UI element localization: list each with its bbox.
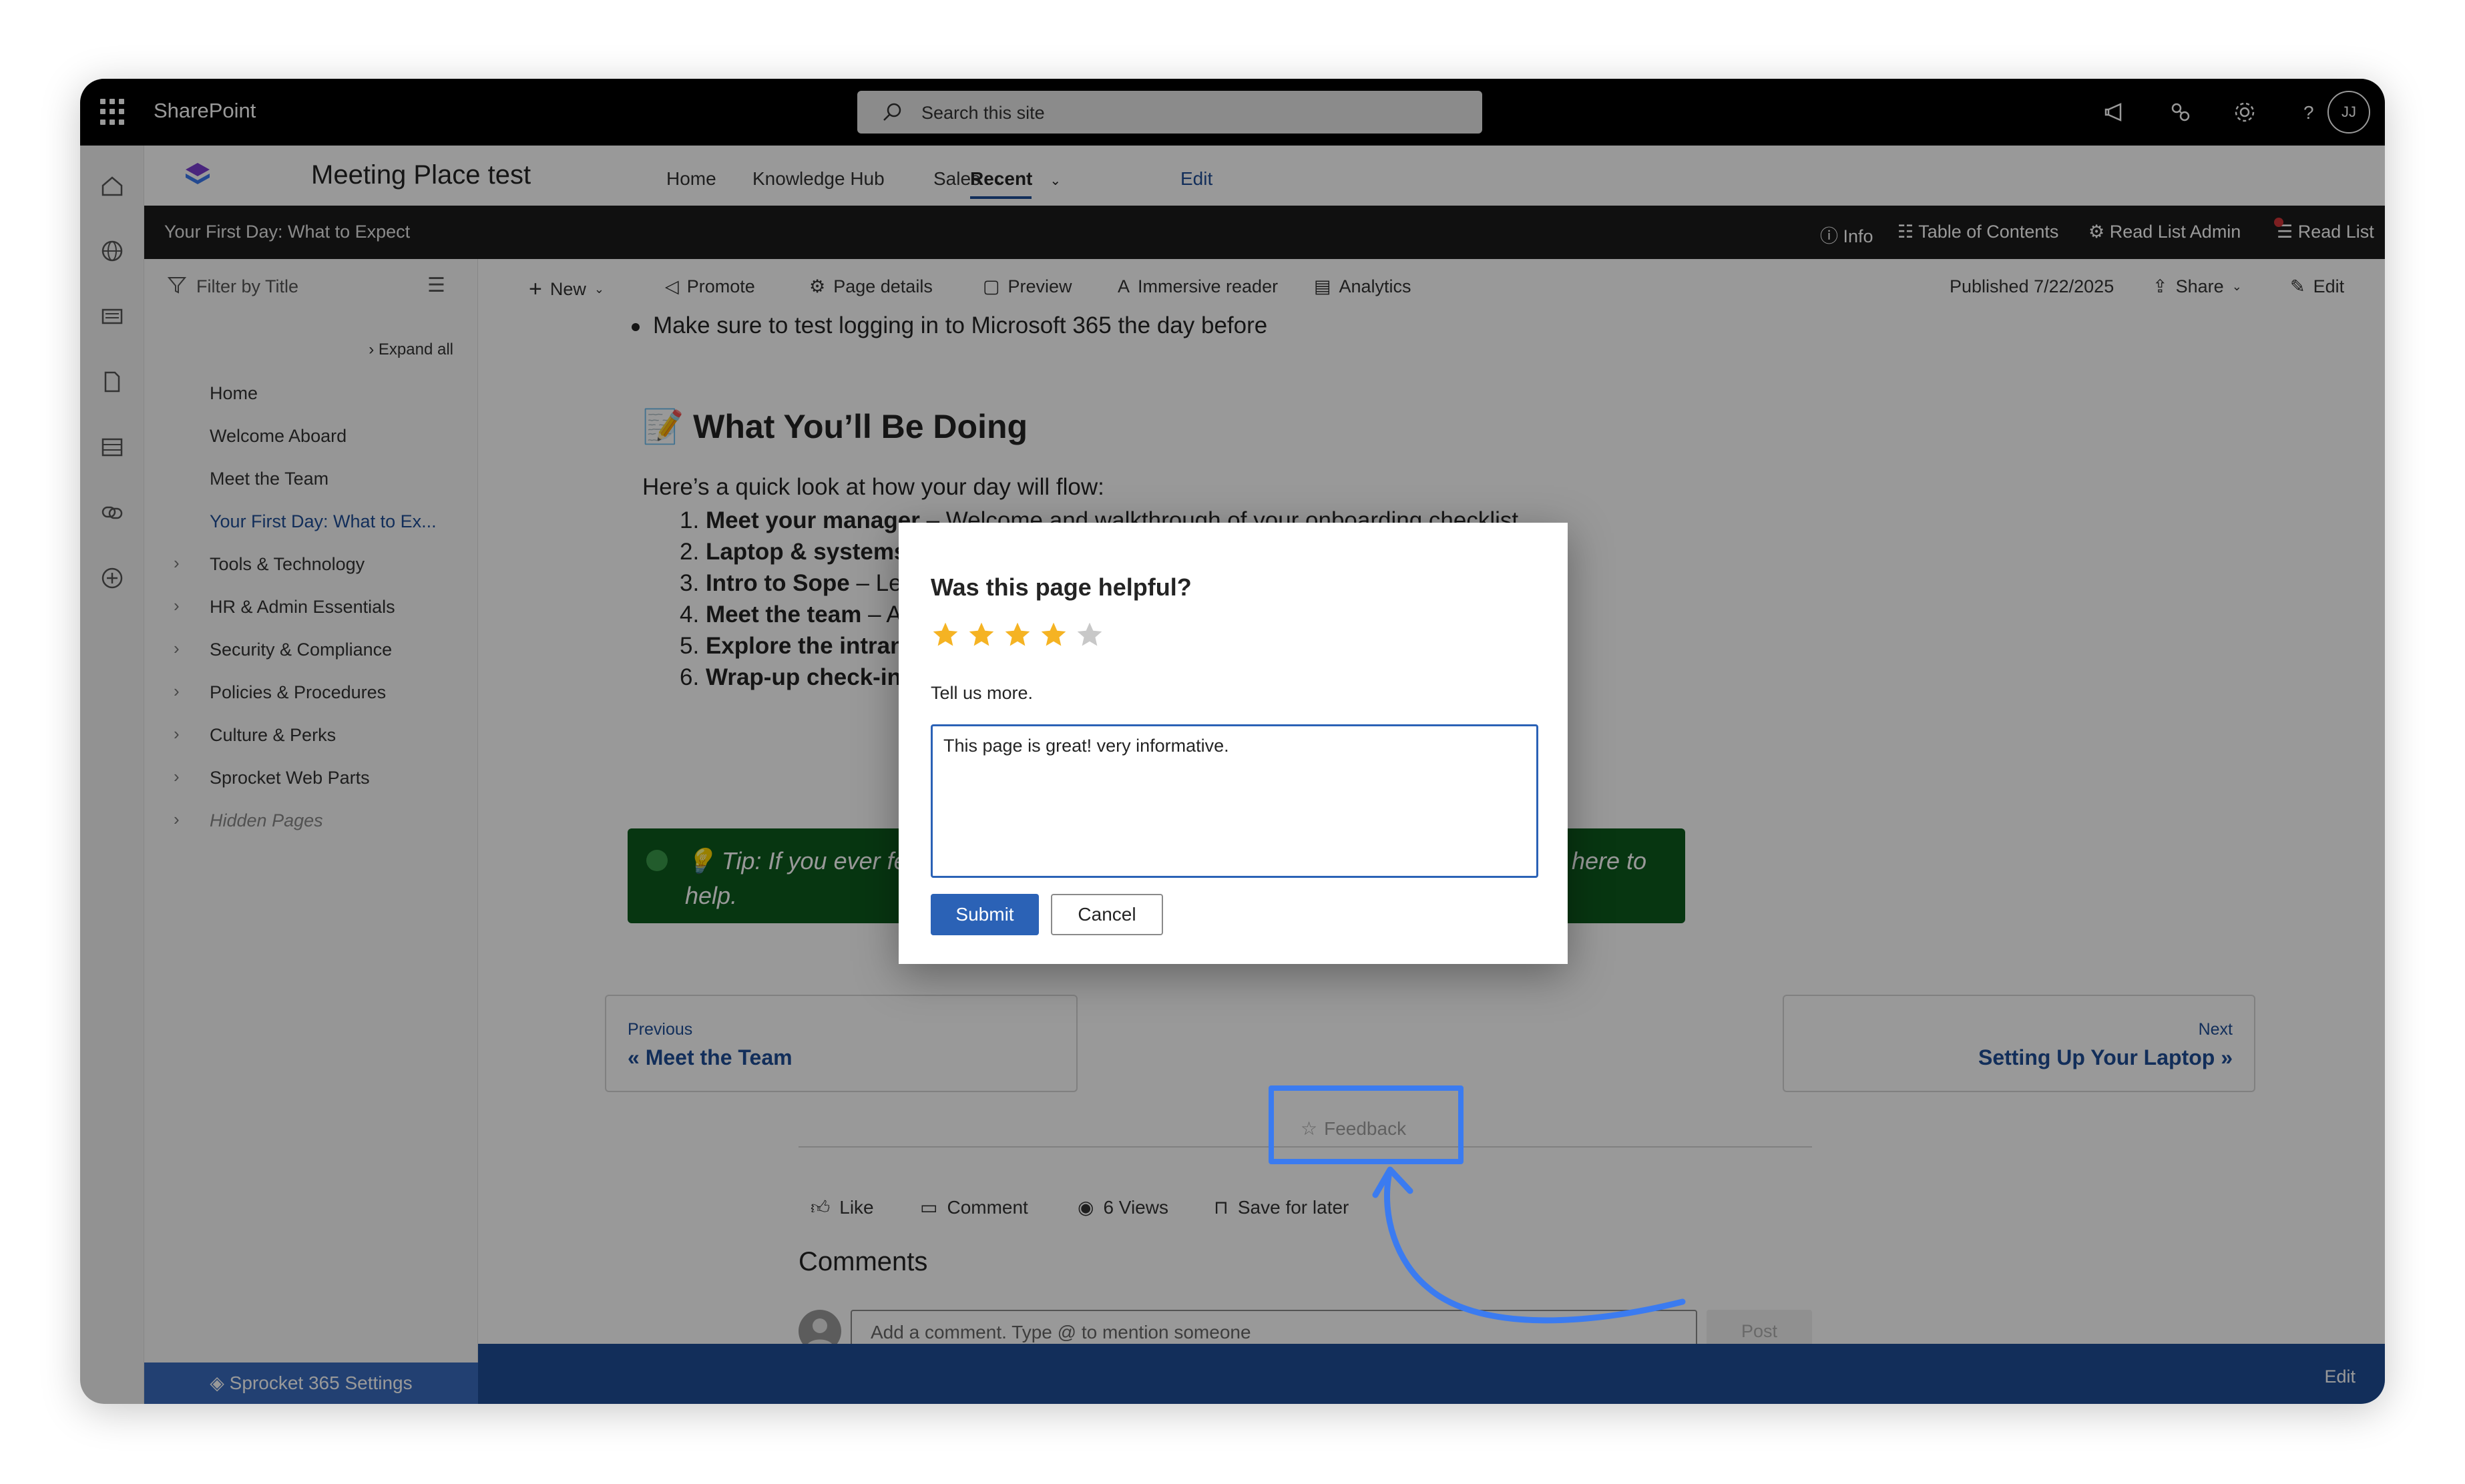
cancel-button[interactable]: Cancel <box>1051 894 1163 935</box>
feedback-highlight-box <box>1269 1085 1464 1164</box>
feedback-dialog: Was this page helpful? Tell us more. Thi… <box>899 523 1568 964</box>
feedback-textarea[interactable]: This page is great! very informative. <box>931 724 1538 878</box>
submit-button[interactable]: Submit <box>931 894 1039 935</box>
star-filled-icon[interactable] <box>1039 620 1068 650</box>
dialog-label: Tell us more. <box>931 683 1034 703</box>
star-rating[interactable] <box>931 620 1104 650</box>
star-empty-icon[interactable] <box>1075 620 1104 650</box>
star-filled-icon[interactable] <box>967 620 996 650</box>
star-filled-icon[interactable] <box>931 620 960 650</box>
star-filled-icon[interactable] <box>1003 620 1032 650</box>
dialog-title: Was this page helpful? <box>931 573 1192 601</box>
